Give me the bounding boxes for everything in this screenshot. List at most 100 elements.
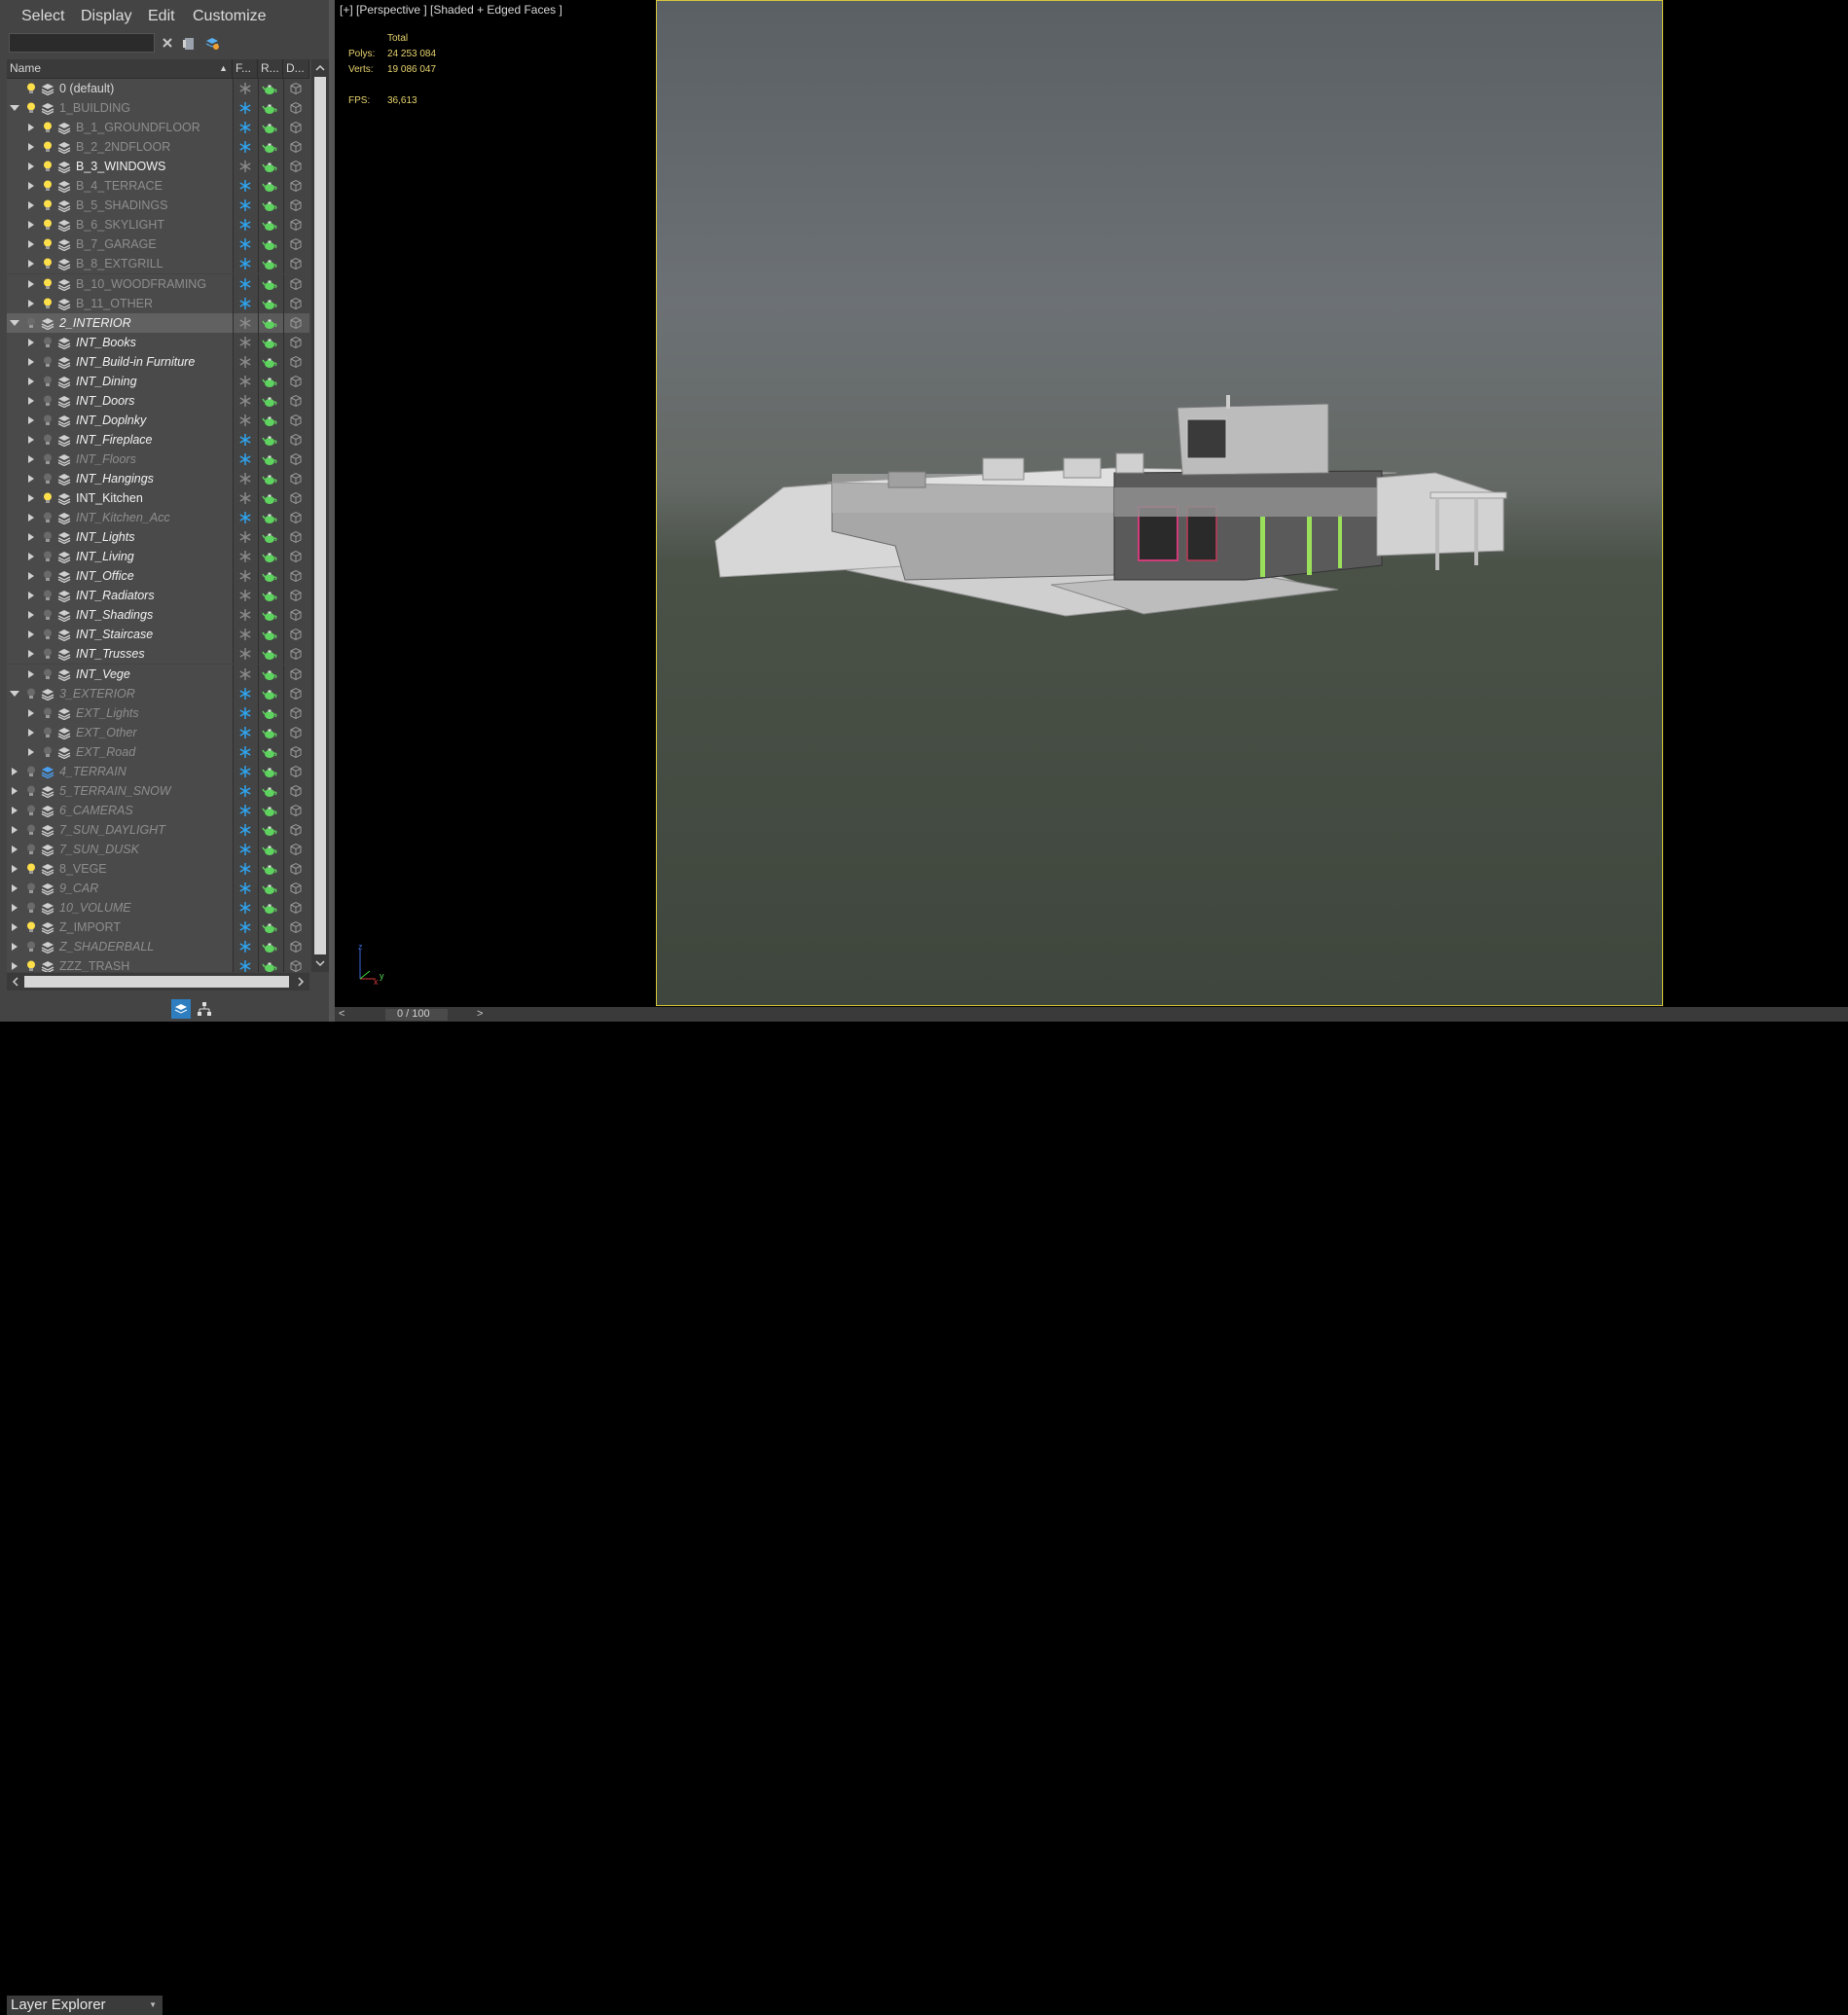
scroll-up-icon[interactable]: [315, 63, 325, 73]
render-teapot-icon[interactable]: [262, 315, 277, 331]
display-box-icon[interactable]: [288, 627, 304, 642]
layer-row[interactable]: EXT_Other: [7, 722, 309, 742]
bulb-on-icon[interactable]: [24, 862, 38, 876]
expand-arrow-icon[interactable]: [12, 806, 18, 814]
layer-row[interactable]: B_11_OTHER: [7, 293, 309, 313]
bulb-on-icon[interactable]: [41, 297, 54, 310]
layer-row[interactable]: B_4_TERRACE: [7, 176, 309, 197]
expand-arrow-icon[interactable]: [28, 494, 34, 503]
display-box-icon[interactable]: [288, 783, 304, 799]
render-teapot-icon[interactable]: [262, 822, 277, 838]
expand-arrow-icon[interactable]: [12, 786, 18, 795]
display-box-icon[interactable]: [288, 139, 304, 155]
layer-row[interactable]: INT_Books: [7, 332, 309, 352]
display-box-icon[interactable]: [288, 276, 304, 292]
bulb-off-icon[interactable]: [41, 745, 54, 759]
perspective-viewport[interactable]: [656, 0, 1663, 1006]
display-box-icon[interactable]: [288, 939, 304, 954]
expand-arrow-icon[interactable]: [12, 767, 18, 775]
freeze-snowflake-icon[interactable]: [237, 764, 253, 779]
render-teapot-icon[interactable]: [262, 276, 277, 292]
display-box-icon[interactable]: [288, 178, 304, 194]
bulb-off-icon[interactable]: [41, 414, 54, 427]
expand-arrow-icon[interactable]: [28, 708, 34, 717]
render-teapot-icon[interactable]: [262, 510, 277, 525]
display-box-icon[interactable]: [288, 803, 304, 818]
collapse-arrow-icon[interactable]: [10, 105, 19, 112]
expand-arrow-icon[interactable]: [28, 553, 34, 561]
render-teapot-icon[interactable]: [262, 725, 277, 740]
render-teapot-icon[interactable]: [262, 646, 277, 662]
expand-arrow-icon[interactable]: [12, 943, 18, 952]
render-teapot-icon[interactable]: [262, 588, 277, 603]
render-teapot-icon[interactable]: [262, 236, 277, 252]
collapse-arrow-icon[interactable]: [10, 319, 19, 326]
expand-arrow-icon[interactable]: [28, 630, 34, 639]
display-box-icon[interactable]: [288, 374, 304, 389]
layer-row[interactable]: EXT_Road: [7, 741, 309, 762]
freeze-snowflake-icon[interactable]: [237, 256, 253, 271]
expand-arrow-icon[interactable]: [28, 162, 34, 171]
layer-row[interactable]: B_1_GROUNDFLOOR: [7, 118, 309, 138]
render-teapot-icon[interactable]: [262, 393, 277, 409]
bulb-on-icon[interactable]: [41, 121, 54, 134]
scroll-right-icon[interactable]: [296, 977, 306, 987]
freeze-snowflake-icon[interactable]: [237, 725, 253, 740]
expand-arrow-icon[interactable]: [28, 514, 34, 522]
display-box-icon[interactable]: [288, 686, 304, 702]
expand-arrow-icon[interactable]: [28, 143, 34, 152]
bulb-off-icon[interactable]: [41, 433, 54, 447]
layer-row[interactable]: INT_Floors: [7, 449, 309, 469]
column-header-render[interactable]: R...: [258, 59, 283, 78]
expand-arrow-icon[interactable]: [12, 923, 18, 932]
expand-arrow-icon[interactable]: [12, 962, 18, 971]
layer-row[interactable]: B_8_EXTGRILL: [7, 254, 309, 274]
freeze-snowflake-icon[interactable]: [237, 217, 253, 233]
sort-by-layer-icon[interactable]: [171, 999, 191, 1019]
display-box-icon[interactable]: [288, 744, 304, 760]
display-box-icon[interactable]: [288, 335, 304, 350]
layer-row[interactable]: B_3_WINDOWS: [7, 157, 309, 177]
expand-arrow-icon[interactable]: [28, 182, 34, 191]
render-teapot-icon[interactable]: [262, 471, 277, 486]
freeze-snowflake-icon[interactable]: [237, 822, 253, 838]
bulb-off-icon[interactable]: [41, 550, 54, 563]
collapse-arrow-icon[interactable]: [10, 690, 19, 697]
expand-arrow-icon[interactable]: [28, 669, 34, 678]
render-teapot-icon[interactable]: [262, 413, 277, 428]
display-box-icon[interactable]: [288, 315, 304, 331]
render-teapot-icon[interactable]: [262, 939, 277, 954]
scroll-left-icon[interactable]: [11, 977, 20, 987]
bulb-off-icon[interactable]: [41, 394, 54, 408]
layer-row[interactable]: 1_BUILDING: [7, 98, 309, 119]
freeze-snowflake-icon[interactable]: [237, 276, 253, 292]
render-teapot-icon[interactable]: [262, 919, 277, 935]
display-box-icon[interactable]: [288, 159, 304, 174]
render-teapot-icon[interactable]: [262, 139, 277, 155]
render-teapot-icon[interactable]: [262, 607, 277, 623]
horizontal-scroll-thumb[interactable]: [24, 976, 289, 988]
render-teapot-icon[interactable]: [262, 296, 277, 311]
bulb-off-icon[interactable]: [24, 882, 38, 895]
display-box-icon[interactable]: [288, 568, 304, 584]
expand-arrow-icon[interactable]: [28, 299, 34, 307]
bulb-off-icon[interactable]: [24, 804, 38, 817]
layer-row[interactable]: INT_Hangings: [7, 469, 309, 488]
layer-settings-icon[interactable]: [204, 35, 220, 51]
freeze-snowflake-icon[interactable]: [237, 335, 253, 350]
freeze-snowflake-icon[interactable]: [237, 783, 253, 799]
layer-row[interactable]: 0 (default): [7, 79, 309, 98]
freeze-snowflake-icon[interactable]: [237, 861, 253, 877]
expand-arrow-icon[interactable]: [28, 747, 34, 756]
expand-arrow-icon[interactable]: [28, 611, 34, 620]
expand-arrow-icon[interactable]: [12, 825, 18, 834]
select-objects-icon[interactable]: [181, 35, 197, 51]
render-teapot-icon[interactable]: [262, 686, 277, 702]
freeze-snowflake-icon[interactable]: [237, 568, 253, 584]
render-teapot-icon[interactable]: [262, 178, 277, 194]
display-box-icon[interactable]: [288, 81, 304, 96]
bulb-on-icon[interactable]: [41, 198, 54, 212]
column-header-name[interactable]: Name ▲: [7, 59, 233, 78]
freeze-snowflake-icon[interactable]: [237, 958, 253, 972]
layer-row[interactable]: 8_VEGE: [7, 859, 309, 879]
